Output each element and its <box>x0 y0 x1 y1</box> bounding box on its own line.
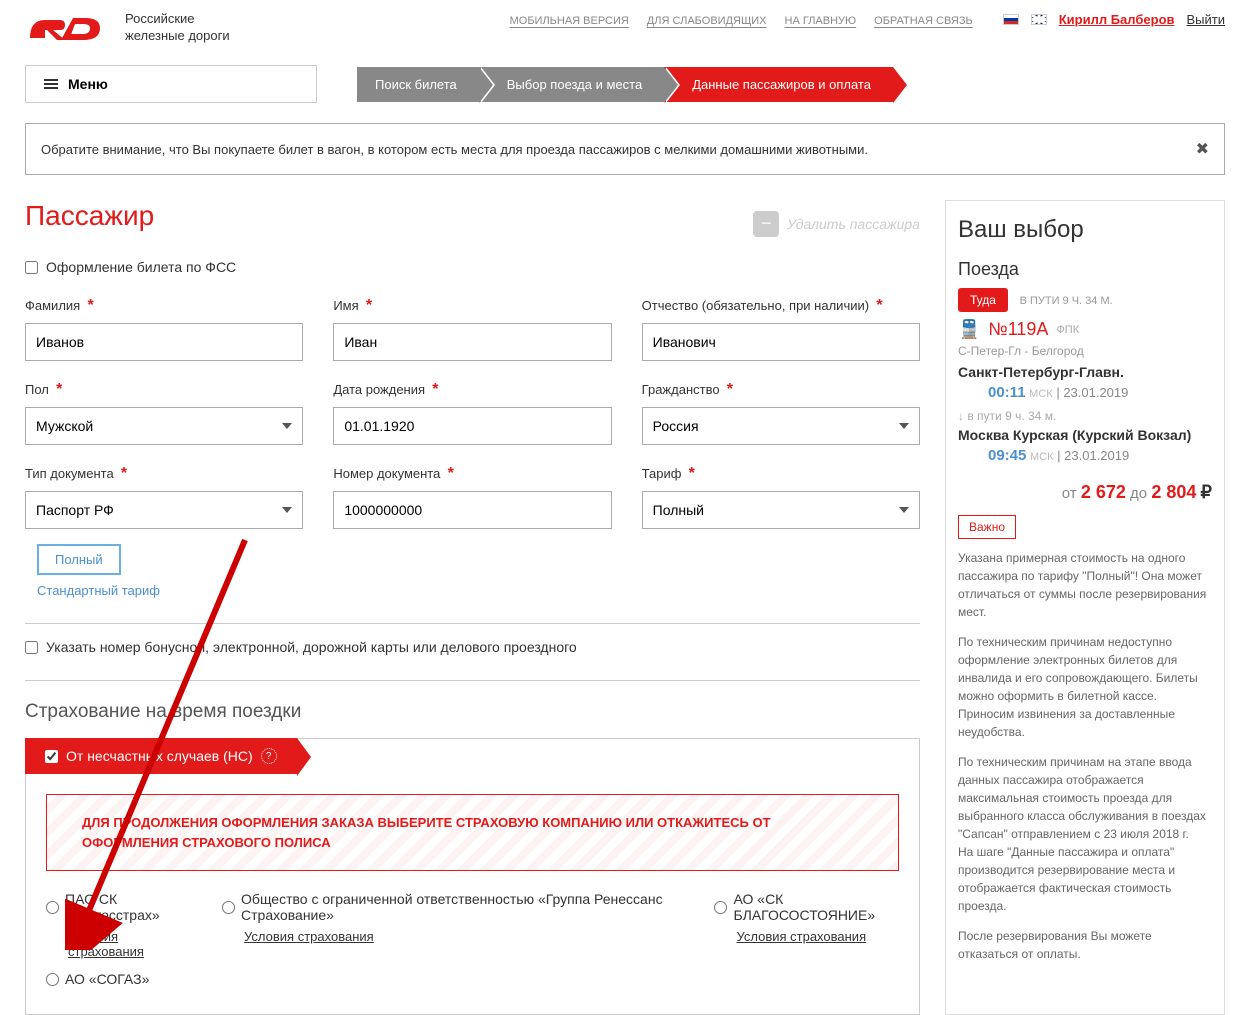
tariff-full-box[interactable]: Полный <box>37 544 121 575</box>
surname-input[interactable] <box>25 323 303 361</box>
fss-label: Оформление билета по ФСС <box>46 259 236 275</box>
train-company: ФПК <box>1056 324 1079 336</box>
sidebar-trains: Поезда <box>958 259 1212 280</box>
breadcrumb-passengers[interactable]: Данные пассажиров и оплата <box>664 67 893 102</box>
insurance-checkbox[interactable] <box>45 750 58 763</box>
name-label: Имя * <box>333 297 611 315</box>
menu-button[interactable]: Меню <box>25 65 317 103</box>
name-input[interactable] <box>333 323 611 361</box>
ins-terms-rgs[interactable]: Условия страхования <box>68 929 192 959</box>
logo[interactable]: Российские железные дороги <box>25 10 230 45</box>
docnum-label: Номер документа * <box>333 465 611 483</box>
breadcrumb: Поиск билета Выбор поезда и места Данные… <box>357 67 893 102</box>
ins-radio-renaissance[interactable] <box>222 901 235 914</box>
delete-passenger: − Удалить пассажира <box>753 211 920 237</box>
price-row: от 2 672 до 2 804 ₽ <box>958 482 1212 503</box>
insurance-ribbon: От несчастных случаев (НС) ? <box>25 738 297 774</box>
brand-line2: железные дороги <box>125 28 230 45</box>
sidebar-title: Ваш выбор <box>958 216 1212 244</box>
flag-ru-icon[interactable] <box>1003 14 1019 25</box>
insurance-title: Страхование на время поездки <box>25 701 920 723</box>
doctype-select[interactable]: Паспорт РФ <box>25 491 303 529</box>
train-number: №119А <box>988 319 1048 340</box>
notice-text: Обратите внимание, что Вы покупаете биле… <box>41 142 868 157</box>
bonus-checkbox[interactable] <box>25 641 38 654</box>
surname-label: Фамилия * <box>25 297 303 315</box>
hamburger-icon <box>44 79 58 89</box>
tariff-label: Тариф * <box>642 465 920 483</box>
citizenship-label: Гражданство * <box>642 381 920 399</box>
logout-link[interactable]: Выйти <box>1187 12 1226 27</box>
info-4: После резервирования Вы можете отказатьс… <box>958 927 1212 963</box>
sidebar: Ваш выбор Поезда Туда В ПУТИ 9 Ч. 34 М. … <box>945 200 1225 1015</box>
ins-radio-rgs[interactable] <box>46 901 59 914</box>
help-icon[interactable]: ? <box>261 748 277 764</box>
tariff-select[interactable]: Полный <box>642 491 920 529</box>
bonus-label: Указать номер бонусной, электронной, дор… <box>46 639 577 655</box>
from-station: Санкт-Петербург-Главн. <box>958 364 1212 380</box>
menu-label: Меню <box>68 76 108 92</box>
breadcrumb-train[interactable]: Выбор поезда и места <box>479 67 664 102</box>
dob-label: Дата рождения * <box>333 381 611 399</box>
docnum-input[interactable] <box>333 491 611 529</box>
info-2: По техническим причинам недоступно оформ… <box>958 633 1212 741</box>
citizenship-select[interactable]: Россия <box>642 407 920 445</box>
notice-bar: Обратите внимание, что Вы покупаете биле… <box>25 123 1225 175</box>
dob-input[interactable] <box>333 407 611 445</box>
gender-label: Пол * <box>25 381 303 399</box>
patronymic-input[interactable] <box>642 323 920 361</box>
patronymic-label: Отчество (обязательно, при наличии) * <box>642 297 920 315</box>
train-icon: 🚆 <box>958 319 980 340</box>
travel-time: В ПУТИ 9 Ч. 34 М. <box>1020 295 1113 307</box>
ins-radio-blago[interactable] <box>714 901 727 914</box>
info-3: По техническим причинам на этапе ввода д… <box>958 753 1212 915</box>
doctype-label: Тип документа * <box>25 465 303 483</box>
duration: ↓ в пути 9 ч. 34 м. <box>958 409 1212 423</box>
route: С-Петер-Гл - Белгород <box>958 344 1212 358</box>
insurance-warning: ДЛЯ ПРОДОЛЖЕНИЯ ОФОРМЛЕНИЯ ЗАКАЗА ВЫБЕРИ… <box>46 794 899 871</box>
top-link-mobile[interactable]: МОБИЛЬНАЯ ВЕРСИЯ <box>510 15 629 27</box>
standard-tariff-link[interactable]: Стандартный тариф <box>37 583 160 598</box>
to-station: Москва Курская (Курский Вокзал) <box>958 427 1212 443</box>
important-badge: Важно <box>958 515 1016 539</box>
ins-terms-renaissance[interactable]: Условия страхования <box>244 929 684 944</box>
minus-icon: − <box>753 211 779 237</box>
top-link-home[interactable]: НА ГЛАВНУЮ <box>785 15 857 27</box>
brand-line1: Российские <box>125 11 230 28</box>
top-link-feedback[interactable]: ОБРАТНАЯ СВЯЗЬ <box>874 15 973 27</box>
passenger-title: Пассажир <box>25 200 154 232</box>
flag-en-icon[interactable] <box>1031 14 1047 25</box>
top-link-accessible[interactable]: ДЛЯ СЛАБОВИДЯЩИХ <box>647 15 767 27</box>
breadcrumb-search[interactable]: Поиск билета <box>357 67 479 102</box>
ins-radio-sogaz[interactable] <box>46 973 59 986</box>
fss-checkbox[interactable] <box>25 261 38 274</box>
close-icon[interactable]: ✖ <box>1196 139 1209 159</box>
ins-terms-blago[interactable]: Условия страхования <box>736 929 899 944</box>
insurance-box: От несчастных случаев (НС) ? ДЛЯ ПРОДОЛЖ… <box>25 738 920 1015</box>
direction-badge: Туда <box>958 288 1008 312</box>
user-name-link[interactable]: Кирилл Балберов <box>1059 12 1175 27</box>
info-1: Указана примерная стоимость на одного па… <box>958 549 1212 621</box>
gender-select[interactable]: Мужской <box>25 407 303 445</box>
